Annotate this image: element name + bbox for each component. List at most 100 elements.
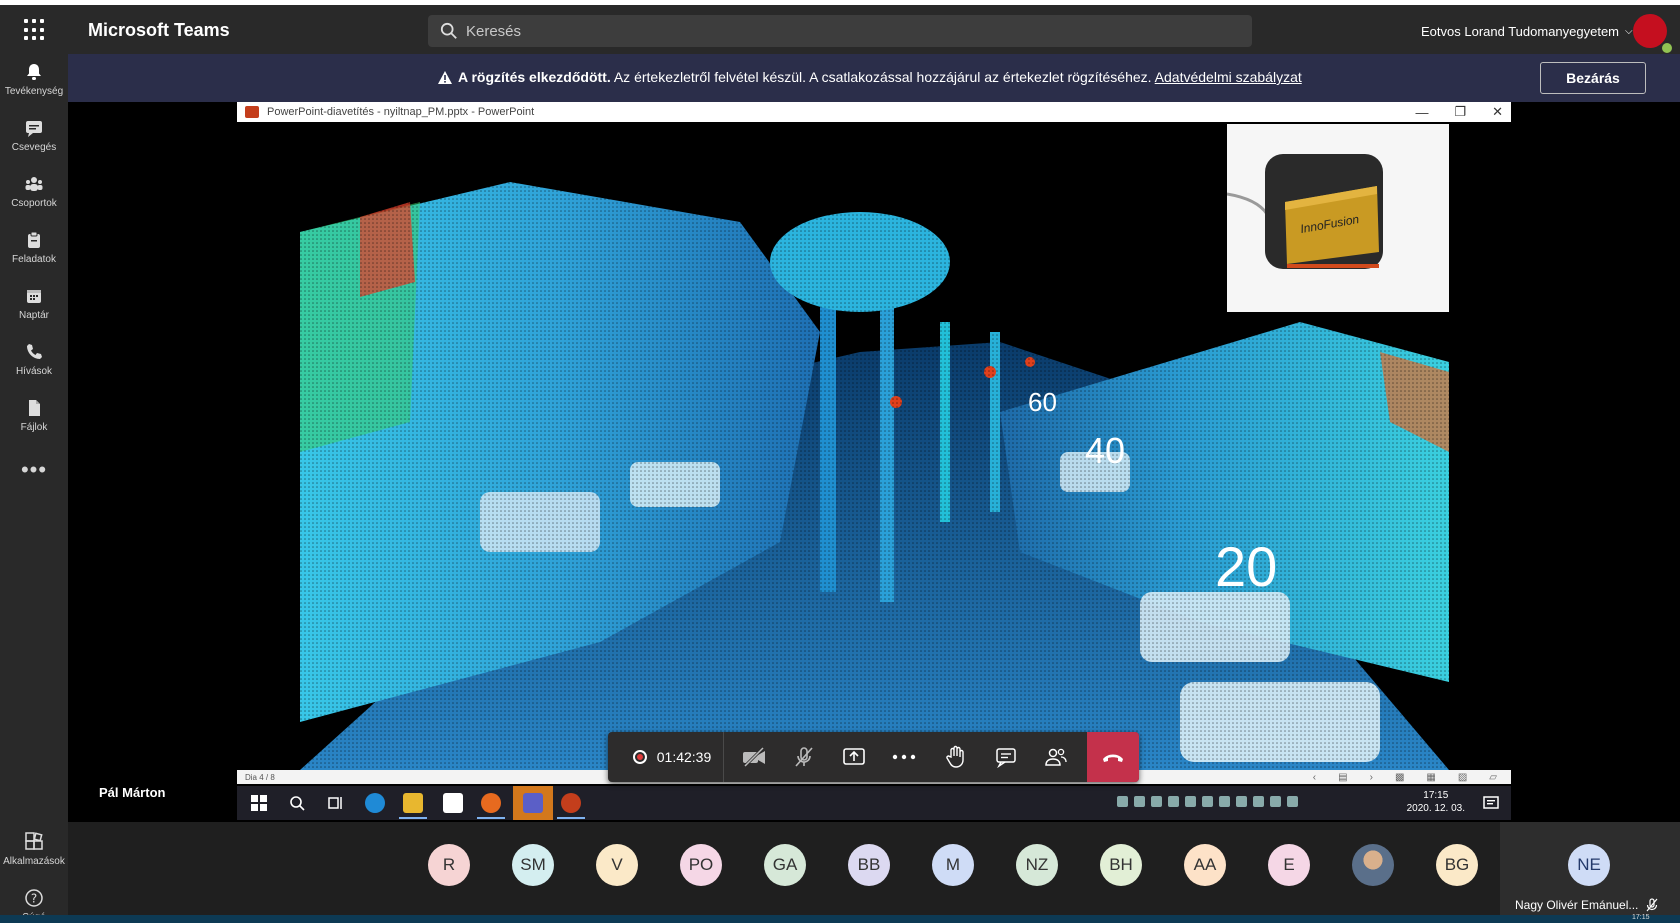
hang-up-button[interactable]	[1087, 732, 1139, 782]
participant-avatar[interactable]: GA	[764, 844, 806, 886]
recording-message: A rögzítés elkezdődött. Az értekezletről…	[438, 69, 1302, 85]
taskbar-date: 2020. 12. 03.	[1406, 803, 1465, 814]
tenant-switcher[interactable]: Eotvos Lorand Tudomanyegyetem ⌵	[1421, 24, 1633, 39]
rail-item-files[interactable]: Fájlok	[0, 398, 68, 433]
rail-item-chat[interactable]: Csevegés	[0, 118, 68, 153]
system-taskbar-strip	[0, 915, 1680, 923]
app-launcher-icon[interactable]	[24, 19, 46, 41]
participant-photo-avatar[interactable]	[1352, 844, 1394, 886]
privacy-policy-link[interactable]: Adatvédelmi szabályzat	[1155, 69, 1302, 85]
participant-avatar[interactable]: V	[596, 844, 638, 886]
rail-item-label: Csevegés	[11, 142, 57, 153]
reading-view-icon[interactable]: ▨	[1458, 772, 1467, 783]
svg-text:?: ?	[31, 892, 37, 906]
slide-menu-icon[interactable]: ▤	[1338, 772, 1347, 783]
sorter-view-icon[interactable]: ▦	[1426, 772, 1435, 783]
self-name: Nagy Olivér Emánuel...	[1515, 898, 1639, 912]
task-view-icon[interactable]	[325, 793, 345, 813]
warning-icon	[438, 71, 452, 84]
taskbar-clock[interactable]: 17:15 2020. 12. 03.	[1407, 789, 1465, 815]
normal-view-icon[interactable]: ▩	[1395, 772, 1404, 783]
tenant-name: Eotvos Lorand Tudomanyegyetem	[1421, 24, 1620, 39]
window-controls: — ❐ ✕	[1415, 102, 1503, 122]
view-controls: ‹ ▤ › ▩ ▦ ▨ ▱	[1313, 770, 1497, 784]
more-actions-button[interactable]	[882, 732, 926, 782]
distance-marker: 60	[1028, 387, 1057, 417]
tray-icon[interactable]	[1219, 796, 1230, 807]
rail-item-label: Hívások	[15, 366, 53, 377]
participant-avatar[interactable]: M	[932, 844, 974, 886]
teams-taskbar-icon[interactable]	[523, 793, 543, 813]
rail-item-calendar[interactable]: Naptár	[0, 286, 68, 321]
windows-taskbar: 17:15 2020. 12. 03.	[237, 786, 1511, 820]
app-rail-bottom: Alkalmazások ? Súgó	[0, 822, 68, 923]
next-slide-icon[interactable]: ›	[1370, 772, 1373, 783]
app-title: Microsoft Teams	[88, 20, 230, 40]
rail-more-button[interactable]: •••	[0, 459, 68, 481]
minimize-icon[interactable]: —	[1415, 105, 1428, 120]
notification-icon[interactable]	[1481, 793, 1501, 813]
bell-icon	[27, 64, 41, 80]
slide-counter: Dia 4 / 8	[245, 772, 275, 782]
slide-content: InnoFusion 20 40 60	[300, 122, 1449, 770]
search-input[interactable]	[464, 21, 1228, 41]
tray-icon[interactable]	[1236, 796, 1247, 807]
participant-avatar[interactable]: BB	[848, 844, 890, 886]
apps-store-icon	[25, 832, 43, 850]
rail-item-assignments[interactable]: Feladatok	[0, 230, 68, 265]
edge-icon[interactable]	[365, 793, 385, 813]
powerpoint-icon	[245, 106, 259, 118]
file-explorer-icon[interactable]	[403, 793, 423, 813]
share-tray-button[interactable]	[832, 732, 876, 782]
participant-avatar[interactable]: PO	[680, 844, 722, 886]
tray-icon[interactable]	[1202, 796, 1213, 807]
participant-avatar[interactable]: SM	[512, 844, 554, 886]
active-indicator	[477, 817, 505, 819]
slideshow-view-icon[interactable]: ▱	[1489, 772, 1497, 783]
participants-button[interactable]	[1034, 732, 1078, 782]
search-box[interactable]	[428, 15, 1252, 47]
tray-icon[interactable]	[1287, 796, 1298, 807]
rail-item-calls[interactable]: Hívások	[0, 342, 68, 377]
files-icon	[29, 400, 40, 416]
powerpoint-taskbar-icon[interactable]	[561, 793, 581, 813]
rail-item-apps[interactable]: Alkalmazások	[0, 832, 68, 867]
search-icon	[440, 22, 457, 39]
teams-icon	[25, 177, 43, 191]
chevron-down-icon: ⌵	[1625, 26, 1633, 37]
record-icon	[632, 750, 647, 764]
tray-icon[interactable]	[1117, 796, 1128, 807]
tray-icon[interactable]	[1134, 796, 1145, 807]
restore-icon[interactable]: ❐	[1454, 104, 1466, 120]
close-window-icon[interactable]: ✕	[1492, 104, 1503, 120]
self-avatar: NE	[1568, 844, 1610, 886]
participant-avatar[interactable]: E	[1268, 844, 1310, 886]
participant-avatar[interactable]: BG	[1436, 844, 1478, 886]
participant-avatar[interactable]: BH	[1100, 844, 1142, 886]
tray-icon[interactable]	[1151, 796, 1162, 807]
mic-off-icon	[795, 747, 813, 767]
chat-button[interactable]	[984, 732, 1028, 782]
raise-hand-button[interactable]	[934, 732, 978, 782]
tray-icon[interactable]	[1253, 796, 1264, 807]
hand-icon	[946, 745, 964, 768]
rail-item-label: Feladatok	[12, 254, 56, 265]
firefox-icon[interactable]	[481, 793, 501, 813]
rail-item-activity[interactable]: Tevékenység	[0, 62, 68, 97]
store-icon[interactable]	[443, 793, 463, 813]
search-icon[interactable]	[287, 793, 307, 813]
tray-icon[interactable]	[1270, 796, 1281, 807]
rail-item-teams[interactable]: Csoportok	[0, 174, 68, 209]
windows-start-icon[interactable]	[249, 793, 269, 813]
camera-toggle-button[interactable]	[732, 732, 776, 782]
tray-icon[interactable]	[1185, 796, 1196, 807]
presenter-name: Pál Márton	[99, 785, 166, 800]
dismiss-banner-button[interactable]: Bezárás	[1540, 62, 1646, 94]
prev-slide-icon[interactable]: ‹	[1313, 772, 1316, 783]
mic-toggle-button[interactable]	[782, 732, 826, 782]
participant-avatar[interactable]: AA	[1184, 844, 1226, 886]
participant-avatar[interactable]: NZ	[1016, 844, 1058, 886]
tray-icon[interactable]	[1168, 796, 1179, 807]
assignments-icon	[28, 231, 40, 248]
participant-avatar[interactable]: R	[428, 844, 470, 886]
